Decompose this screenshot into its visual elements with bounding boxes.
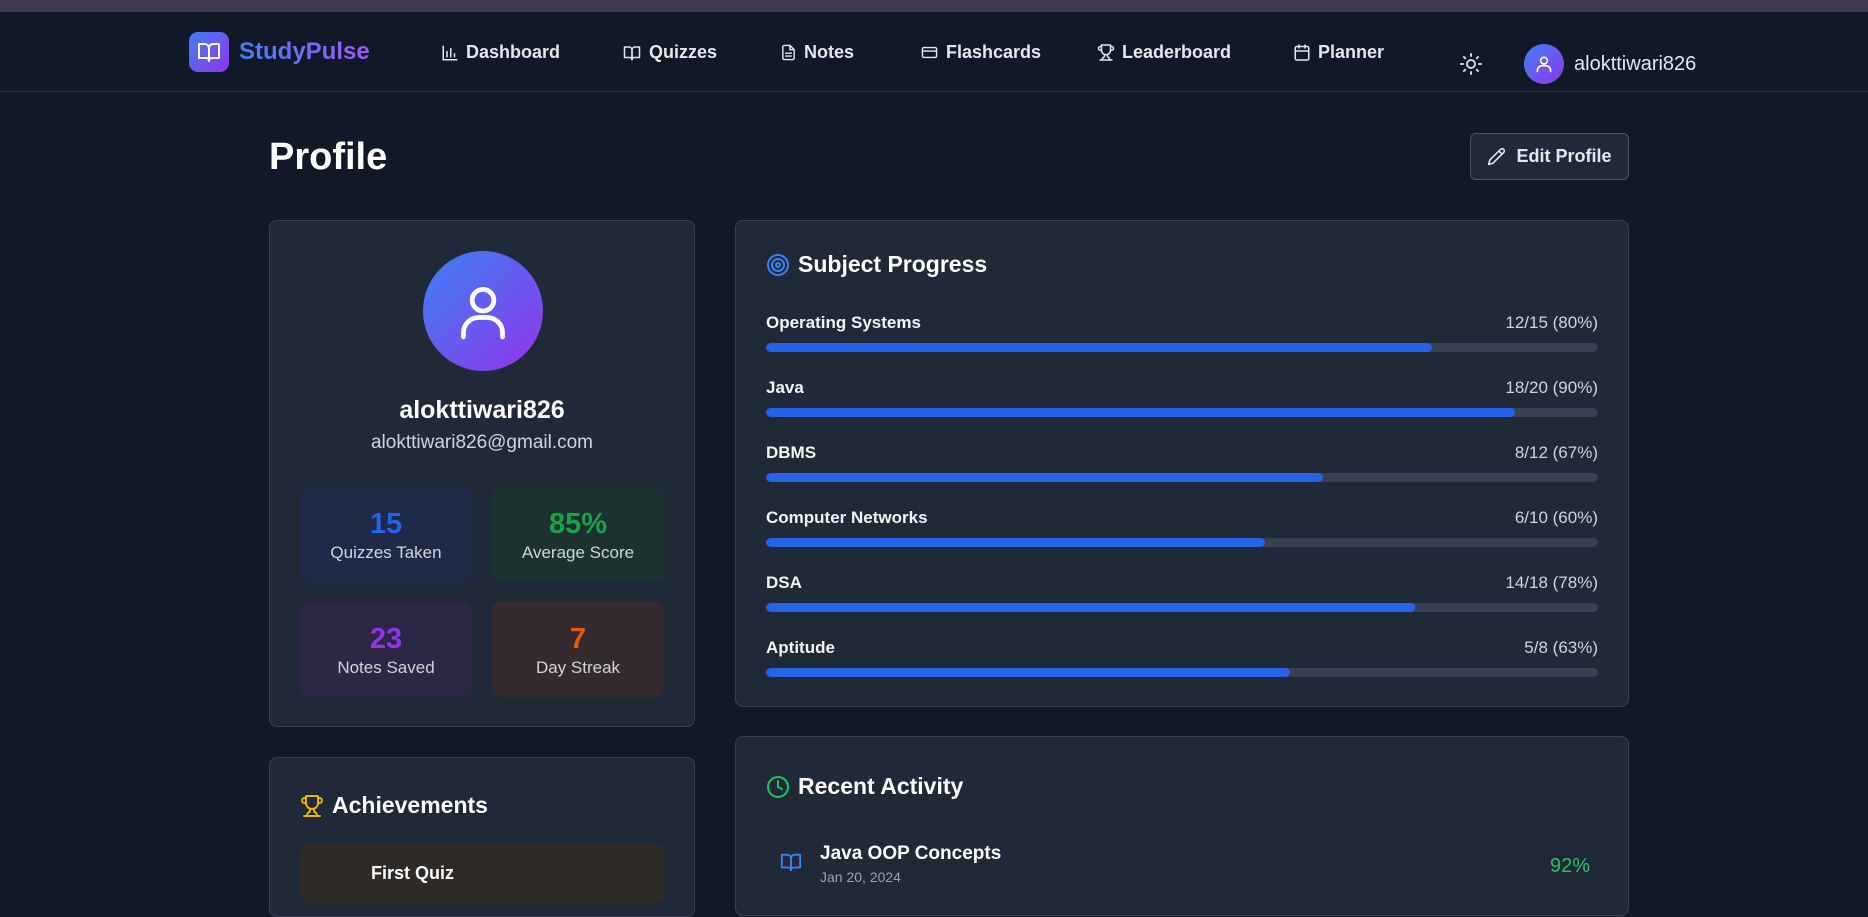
brand-name: StudyPulse <box>239 38 370 65</box>
subject-count: 14/18 (78%) <box>1505 573 1598 592</box>
user-name: alokttiwari826 <box>1574 52 1697 75</box>
nav-label: Quizzes <box>649 42 718 62</box>
stat-value: 7 <box>569 622 587 655</box>
nav-label: Notes <box>804 42 855 62</box>
subject-progress-row: Computer Networks 6/10 (60%) <box>766 508 1598 548</box>
progress-track <box>766 473 1598 482</box>
theme-toggle-button[interactable] <box>1459 52 1483 81</box>
book-open-icon <box>189 32 229 72</box>
progress-track <box>766 343 1598 352</box>
activity-score: 92% <box>1549 855 1590 877</box>
progress-fill <box>766 603 1415 612</box>
achievement-title: First Quiz <box>371 863 455 883</box>
progress-fill <box>766 408 1515 417</box>
achievements-heading-text: Achievements <box>332 792 488 818</box>
activity-date: Jan 20, 2024 <box>820 869 901 885</box>
subject-count: 8/12 (67%) <box>1514 443 1598 462</box>
progress-track <box>766 538 1598 547</box>
edit-profile-label: Edit Profile <box>1516 146 1612 166</box>
stat-quizzes-taken: 15 Quizzes Taken <box>300 487 472 582</box>
subject-progress-row: Java 18/20 (90%) <box>766 378 1598 418</box>
progress-track <box>766 408 1598 417</box>
bar-chart-icon <box>442 45 458 60</box>
progress-track <box>766 603 1598 612</box>
subject-name: Java <box>766 378 804 397</box>
subject-count: 12/15 (80%) <box>1505 313 1598 332</box>
calendar-icon <box>1294 44 1310 61</box>
credit-card-icon <box>921 46 938 59</box>
target-icon <box>767 253 789 276</box>
recent-activity-heading-text: Recent Activity <box>798 773 964 799</box>
progress-fill <box>766 473 1324 482</box>
clock-icon <box>767 775 789 798</box>
book-open-icon <box>623 45 641 60</box>
user-icon <box>1536 56 1552 73</box>
brand[interactable]: StudyPulse <box>189 32 370 72</box>
subject-progress-heading: Subject Progress <box>766 251 987 278</box>
profile-avatar <box>423 251 543 371</box>
sun-icon <box>1460 53 1482 75</box>
profile-name: alokttiwari826 <box>399 396 565 424</box>
stat-value: 85% <box>548 507 608 540</box>
recent-activity-heading: Recent Activity <box>766 773 963 800</box>
progress-track <box>766 668 1598 677</box>
nav-planner[interactable]: Planner <box>1293 42 1384 63</box>
book-open-icon <box>780 853 802 872</box>
subject-progress-row: DBMS 8/12 (67%) <box>766 443 1598 483</box>
user-icon <box>461 286 505 340</box>
trophy-icon <box>1097 44 1115 61</box>
trophy-icon <box>301 794 323 817</box>
pencil-icon <box>1488 148 1506 166</box>
subject-progress-row: Aptitude 5/8 (63%) <box>766 638 1598 678</box>
browser-top-strip <box>0 0 1868 12</box>
avatar <box>1524 44 1564 84</box>
nav-label: Planner <box>1318 42 1385 62</box>
subject-progress-row: DSA 14/18 (78%) <box>766 573 1598 613</box>
page-title: Profile <box>269 136 388 178</box>
nav-flashcards[interactable]: Flashcards <box>920 42 1041 63</box>
subject-name: Operating Systems <box>766 313 921 332</box>
stat-day-streak: 7 Day Streak <box>492 602 664 697</box>
stat-label: Average Score <box>521 542 635 562</box>
activity-item[interactable]: Java OOP Concepts Jan 20, 2024 92% <box>780 843 1600 885</box>
stat-label: Notes Saved <box>337 657 435 677</box>
stat-value: 23 <box>369 622 403 655</box>
subject-progress-heading-text: Subject Progress <box>798 251 988 277</box>
file-text-icon <box>782 44 795 61</box>
nav-notes[interactable]: Notes <box>780 42 854 63</box>
edit-profile-button[interactable]: Edit Profile <box>1470 133 1629 180</box>
nav-leaderboard[interactable]: Leaderboard <box>1097 42 1231 63</box>
progress-fill <box>766 343 1432 352</box>
subject-name: DBMS <box>766 443 817 462</box>
profile-card: alokttiwari826 alokttiwari826@gmail.com … <box>269 220 695 727</box>
stat-label: Quizzes Taken <box>330 542 442 562</box>
nav-label: Dashboard <box>466 42 561 62</box>
profile-email: alokttiwari826@gmail.com <box>370 432 594 453</box>
stat-label: Day Streak <box>535 657 621 677</box>
subject-count: 5/8 (63%) <box>1524 638 1598 657</box>
stat-value: 15 <box>369 507 403 540</box>
achievement-item: First Quiz <box>300 843 664 903</box>
subject-progress-card: Subject Progress Operating Systems 12/15 … <box>735 220 1629 707</box>
nav-label: Flashcards <box>946 42 1042 62</box>
subject-count: 18/20 (90%) <box>1505 378 1598 397</box>
top-navbar: StudyPulse Dashboard Quizzes Notes Flash… <box>0 12 1868 92</box>
achievements-heading: Achievements <box>300 792 488 819</box>
nav-quizzes[interactable]: Quizzes <box>622 42 717 63</box>
stat-average-score: 85% Average Score <box>492 487 664 582</box>
progress-fill <box>766 668 1291 677</box>
subject-name: Aptitude <box>766 638 835 657</box>
subject-name: Computer Networks <box>766 508 928 527</box>
progress-fill <box>766 538 1266 547</box>
achievements-card: Achievements First Quiz <box>269 757 695 917</box>
subject-count: 6/10 (60%) <box>1514 508 1598 527</box>
activity-title: Java OOP Concepts <box>820 843 1002 864</box>
subject-name: DSA <box>766 573 802 592</box>
stat-notes-saved: 23 Notes Saved <box>300 602 472 697</box>
nav-dashboard[interactable]: Dashboard <box>441 42 560 63</box>
subject-progress-row: Operating Systems 12/15 (80%) <box>766 313 1598 353</box>
recent-activity-card: Recent Activity Java OOP Concepts Jan 20… <box>735 736 1629 916</box>
nav-label: Leaderboard <box>1122 42 1232 62</box>
user-menu[interactable]: alokttiwari826 <box>1524 44 1696 84</box>
